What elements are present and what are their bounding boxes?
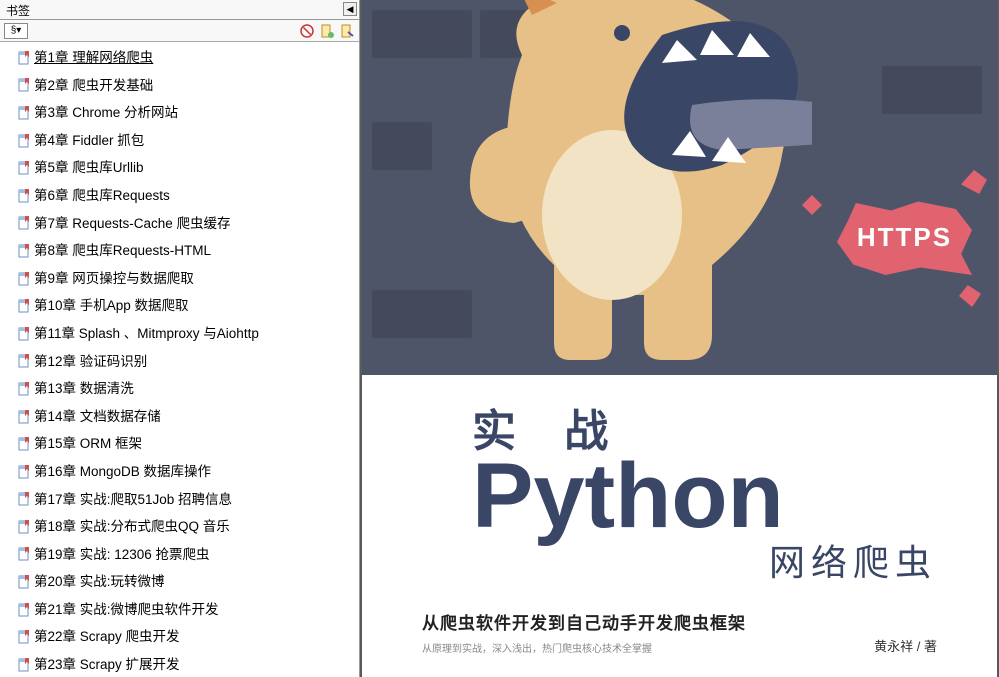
- bookmark-page-icon: [18, 382, 30, 396]
- bookmark-page-icon: [18, 354, 30, 368]
- bookmark-label: 第1章 理解网络爬虫: [34, 47, 153, 69]
- bookmark-page-icon: [18, 603, 30, 617]
- bookmark-item[interactable]: 第21章 实战:微博爬虫软件开发: [0, 596, 359, 624]
- cover-title-block: 实 战 Python 网络爬虫: [362, 375, 997, 586]
- bookmark-page-icon: [18, 547, 30, 561]
- bookmark-item[interactable]: 第1章 理解网络爬虫: [0, 44, 359, 72]
- bookmark-page-icon: [18, 134, 30, 148]
- bookmark-item[interactable]: 第18章 实战:分布式爬虫QQ 音乐: [0, 513, 359, 541]
- bookmark-label: 第6章 爬虫库Requests: [34, 185, 170, 207]
- bookmark-label: 第19章 实战: 12306 抢票爬虫: [34, 544, 210, 566]
- bookmark-label: 第16章 MongoDB 数据库操作: [34, 461, 211, 483]
- bookmark-page-icon: [18, 630, 30, 644]
- bookmark-page-icon: [18, 244, 30, 258]
- dinosaur-character-icon: [462, 0, 812, 375]
- bookmark-item[interactable]: 第10章 手机App 数据爬取: [0, 292, 359, 320]
- bookmark-page-icon: [18, 575, 30, 589]
- bookmark-label: 第10章 手机App 数据爬取: [34, 295, 189, 317]
- bookmark-page-icon: [18, 492, 30, 506]
- cover-tagline-row: 从爬虫软件开发到自己动手开发爬虫框架 从原理到实战，深入浅出，热门爬虫核心技术全…: [422, 609, 937, 655]
- bookmark-item[interactable]: 第16章 MongoDB 数据库操作: [0, 458, 359, 486]
- bookmark-page-icon: [18, 520, 30, 534]
- bookmark-item[interactable]: 第17章 实战:爬取51Job 招聘信息: [0, 486, 359, 514]
- bookmark-label: 第14章 文档数据存储: [34, 406, 161, 428]
- cover-author: 黄永祥 / 著: [874, 636, 937, 655]
- bookmark-page-icon: [18, 410, 30, 424]
- bookmark-label: 第3章 Chrome 分析网站: [34, 102, 178, 124]
- bookmark-item[interactable]: 第2章 爬虫开发基础: [0, 72, 359, 100]
- bookmark-item[interactable]: 第22章 Scrapy 爬虫开发: [0, 623, 359, 651]
- bookmark-label: 第5章 爬虫库Urllib: [34, 157, 144, 179]
- https-badge: HTTPS: [837, 200, 972, 275]
- bookmark-item[interactable]: 第7章 Requests-Cache 爬虫缓存: [0, 210, 359, 238]
- bookmark-item[interactable]: 第6章 爬虫库Requests: [0, 182, 359, 210]
- bookmark-item[interactable]: 第15章 ORM 框架: [0, 430, 359, 458]
- bookmark-item[interactable]: 第13章 数据清洗: [0, 375, 359, 403]
- sidebar-title: 书签: [6, 4, 30, 18]
- new-bookmark-icon[interactable]: [319, 23, 335, 39]
- bookmark-item[interactable]: 第19章 实战: 12306 抢票爬虫: [0, 541, 359, 569]
- bookmark-label: 第20章 实战:玩转微博: [34, 571, 165, 593]
- bookmark-label: 第21章 实战:微博爬虫软件开发: [34, 599, 219, 621]
- bookmark-item[interactable]: 第23章 Scrapy 扩展开发: [0, 651, 359, 677]
- bookmark-label: 第7章 Requests-Cache 爬虫缓存: [34, 213, 231, 235]
- bookmark-options-button[interactable]: §▾: [4, 23, 28, 39]
- bookmark-label: 第13章 数据清洗: [34, 378, 134, 400]
- bookmarks-sidebar: 书签 ◀ §▾ 第1章 理解网络爬虫第2章 爬虫开发基础第3章 Chrome 分…: [0, 0, 360, 677]
- bookmark-item[interactable]: 第8章 爬虫库Requests-HTML: [0, 237, 359, 265]
- bookmark-page-icon: [18, 465, 30, 479]
- bookmark-list[interactable]: 第1章 理解网络爬虫第2章 爬虫开发基础第3章 Chrome 分析网站第4章 F…: [0, 42, 359, 677]
- bookmark-label: 第8章 爬虫库Requests-HTML: [34, 240, 211, 262]
- bookmark-page-icon: [18, 161, 30, 175]
- cover-tagline-main: 从爬虫软件开发到自己动手开发爬虫框架: [422, 609, 746, 634]
- document-viewport[interactable]: HTTPS 实 战 Python 网络爬虫 从爬虫软件开发到自己动手开发爬虫框架…: [360, 0, 999, 677]
- sidebar-header: 书签 ◀: [0, 0, 359, 20]
- bookmark-page-icon: [18, 189, 30, 203]
- bookmark-label: 第17章 实战:爬取51Job 招聘信息: [34, 489, 232, 511]
- bookmark-page-icon: [18, 216, 30, 230]
- cover-tagline-sub: 从原理到实战，深入浅出，热门爬虫核心技术全掌握: [422, 640, 746, 655]
- bookmark-page-icon: [18, 437, 30, 451]
- bookmark-label: 第12章 验证码识别: [34, 351, 147, 373]
- bookmark-page-icon: [18, 299, 30, 313]
- bookmark-page-icon: [18, 78, 30, 92]
- bookmark-item[interactable]: 第3章 Chrome 分析网站: [0, 99, 359, 127]
- bookmark-page-icon: [18, 658, 30, 672]
- cover-illustration-bg: HTTPS: [362, 0, 997, 375]
- cover-title-python: Python: [472, 453, 957, 540]
- bookmark-page-icon: [18, 106, 30, 120]
- bookmark-label: 第11章 Splash 、Mitmproxy 与Aiohttp: [34, 323, 259, 345]
- sidebar-collapse-button[interactable]: ◀: [343, 2, 357, 16]
- bookmark-page-icon: [18, 51, 30, 65]
- bookmark-item[interactable]: 第14章 文档数据存储: [0, 403, 359, 431]
- page-cover: HTTPS 实 战 Python 网络爬虫 从爬虫软件开发到自己动手开发爬虫框架…: [362, 0, 997, 677]
- bookmark-label: 第15章 ORM 框架: [34, 433, 142, 455]
- bookmark-label: 第22章 Scrapy 爬虫开发: [34, 626, 180, 648]
- bookmark-page-icon: [18, 272, 30, 286]
- delete-bookmark-icon[interactable]: [299, 23, 315, 39]
- bookmark-action-icon[interactable]: [339, 23, 355, 39]
- bookmark-page-icon: [18, 327, 30, 341]
- bookmark-label: 第23章 Scrapy 扩展开发: [34, 654, 180, 676]
- sidebar-toolbar: §▾: [0, 20, 359, 42]
- bookmark-label: 第2章 爬虫开发基础: [34, 75, 153, 97]
- bookmark-item[interactable]: 第9章 网页操控与数据爬取: [0, 265, 359, 293]
- bookmark-label: 第4章 Fiddler 抓包: [34, 130, 144, 152]
- bookmark-item[interactable]: 第20章 实战:玩转微博: [0, 568, 359, 596]
- bookmark-item[interactable]: 第5章 爬虫库Urllib: [0, 154, 359, 182]
- bookmark-label: 第18章 实战:分布式爬虫QQ 音乐: [34, 516, 230, 538]
- bookmark-label: 第9章 网页操控与数据爬取: [34, 268, 194, 290]
- bookmark-item[interactable]: 第12章 验证码识别: [0, 348, 359, 376]
- bookmark-item[interactable]: 第4章 Fiddler 抓包: [0, 127, 359, 155]
- bookmark-item[interactable]: 第11章 Splash 、Mitmproxy 与Aiohttp: [0, 320, 359, 348]
